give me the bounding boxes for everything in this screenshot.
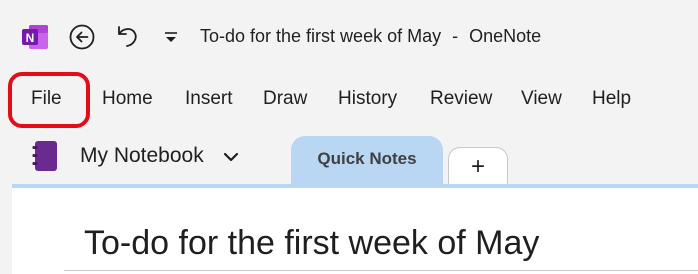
tab-help[interactable]: Help (592, 88, 631, 110)
tab-home[interactable]: Home (102, 88, 153, 110)
page-title-underline (64, 270, 698, 271)
tab-draw[interactable]: Draw (263, 88, 307, 110)
section-tab-quick-notes[interactable]: Quick Notes (291, 136, 443, 184)
file-tab-highlight (8, 72, 90, 128)
tab-view[interactable]: View (521, 88, 562, 110)
tab-history[interactable]: History (338, 88, 397, 110)
app-name: OneNote (469, 26, 542, 46)
chevron-down-icon[interactable] (223, 151, 239, 163)
undo-icon[interactable] (112, 22, 142, 52)
notebook-icon[interactable] (32, 140, 60, 172)
back-arrow-icon[interactable] (68, 23, 96, 51)
title-separator: - (452, 26, 459, 46)
quick-access-dropdown-icon[interactable] (160, 25, 182, 49)
window-title: To-do for the first week of May - OneNot… (200, 26, 541, 47)
notebook-name[interactable]: My Notebook (80, 144, 204, 168)
title-bar: N To-do for the first week of May - OneN… (0, 0, 698, 72)
tab-review[interactable]: Review (430, 88, 492, 110)
page-title[interactable]: To-do for the first week of May (84, 224, 539, 263)
onenote-logo-icon[interactable]: N (20, 22, 50, 52)
page-canvas[interactable]: To-do for the first week of May (12, 184, 698, 274)
document-title: To-do for the first week of May (200, 26, 442, 46)
tab-insert[interactable]: Insert (185, 88, 233, 110)
add-section-button[interactable]: + (448, 147, 508, 184)
svg-text:N: N (26, 31, 35, 45)
ribbon-tabs: File Home Insert Draw History Review Vie… (0, 72, 698, 124)
